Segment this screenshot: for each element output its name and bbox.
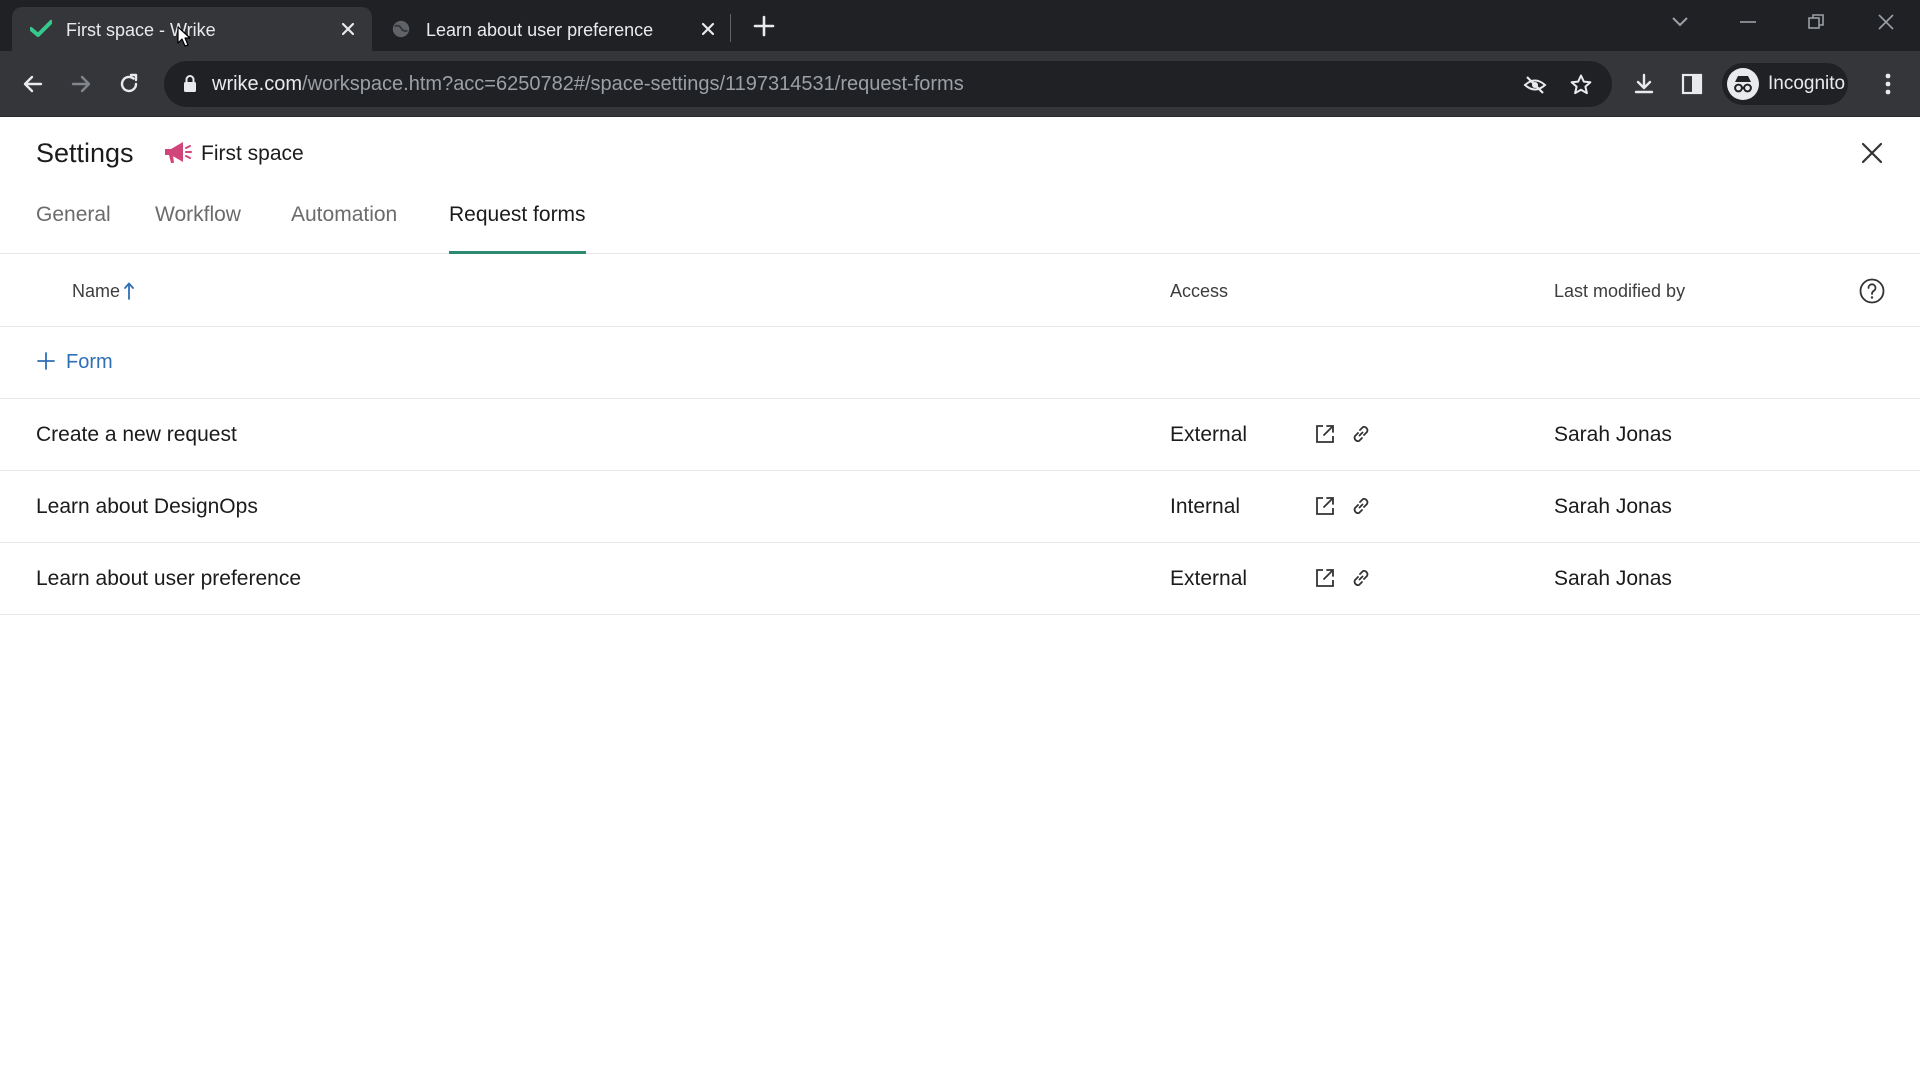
incognito-profile-button[interactable]: Incognito: [1722, 63, 1848, 105]
column-header-last-modified: Last modified by: [1554, 281, 1686, 301]
forward-arrow-icon[interactable]: [66, 69, 96, 99]
url-text: wrike.com/workspace.htm?acc=6250782#/spa…: [212, 73, 964, 95]
tab-title: First space - Wrike: [66, 20, 216, 40]
mouse-cursor-icon: [177, 26, 191, 47]
new-tab-plus-icon[interactable]: [750, 12, 778, 40]
form-modified-by: Sarah Jonas: [1554, 423, 1672, 446]
close-window-icon[interactable]: [1868, 8, 1904, 36]
form-name[interactable]: Learn about user preference: [36, 567, 301, 591]
browser-menu-kebab-icon[interactable]: [1874, 70, 1902, 98]
copy-link-icon[interactable]: [1350, 423, 1372, 445]
browser-tabstrip: First space - Wrike Learn about user pre…: [0, 0, 1920, 51]
browser-tab-user-preference[interactable]: Learn about user preference: [372, 7, 732, 51]
close-settings-icon[interactable]: [1858, 139, 1886, 167]
form-modified-by: Sarah Jonas: [1554, 495, 1672, 518]
megaphone-icon: [165, 142, 192, 163]
form-name[interactable]: Create a new request: [36, 423, 237, 447]
form-name[interactable]: Learn about DesignOps: [36, 495, 258, 519]
browser-toolbar: wrike.com/workspace.htm?acc=6250782#/spa…: [0, 51, 1920, 117]
address-bar[interactable]: wrike.com/workspace.htm?acc=6250782#/spa…: [164, 61, 1612, 107]
form-access: External: [1170, 567, 1248, 590]
settings-tabs: General Workflow Automation Request form…: [0, 179, 1920, 254]
tracking-protection-eye-off-icon[interactable]: [1522, 72, 1548, 98]
column-header-name[interactable]: Name: [72, 281, 120, 302]
space-name: First space: [201, 142, 304, 165]
download-icon[interactable]: [1630, 70, 1658, 98]
open-external-icon[interactable]: [1314, 567, 1336, 589]
browser-tab-first-space[interactable]: First space - Wrike: [12, 7, 372, 51]
settings-page: Settings First space General Workflow Au…: [0, 117, 1920, 1080]
open-external-icon[interactable]: [1314, 495, 1336, 517]
lock-icon[interactable]: [182, 74, 198, 94]
tab-general[interactable]: General: [36, 203, 111, 254]
copy-link-icon[interactable]: [1350, 567, 1372, 589]
tab-separator: [730, 14, 731, 42]
tab-search-chevron-icon[interactable]: [1662, 8, 1698, 36]
column-header-access: Access: [1170, 281, 1229, 301]
wrike-check-icon: [30, 20, 52, 37]
plus-icon: [37, 352, 55, 370]
reload-icon[interactable]: [114, 69, 144, 99]
incognito-icon: [1727, 68, 1759, 100]
side-panel-icon[interactable]: [1678, 70, 1706, 98]
table-header: Name Access Last modified by: [0, 255, 1920, 327]
form-modified-by: Sarah Jonas: [1554, 567, 1672, 590]
tab-workflow[interactable]: Workflow: [155, 203, 241, 254]
help-question-icon[interactable]: [1858, 277, 1886, 305]
page-title: Settings: [36, 138, 134, 168]
back-arrow-icon[interactable]: [18, 69, 48, 99]
add-form-label: Form: [66, 351, 113, 373]
tab-automation[interactable]: Automation: [291, 203, 397, 254]
form-access: Internal: [1170, 495, 1241, 518]
open-external-icon[interactable]: [1314, 423, 1336, 445]
close-tab-icon[interactable]: [698, 19, 718, 39]
sort-ascending-arrow-icon[interactable]: [124, 282, 134, 300]
table-row[interactable]: Create a new request External Sarah Jona…: [0, 399, 1920, 471]
globe-icon: [392, 20, 410, 38]
add-form-button[interactable]: Form: [0, 327, 1920, 399]
tab-request-forms[interactable]: Request forms: [449, 203, 586, 254]
profile-label: Incognito: [1768, 73, 1846, 94]
copy-link-icon[interactable]: [1350, 495, 1372, 517]
tab-title: Learn about user preference: [426, 20, 654, 40]
table-row[interactable]: Learn about DesignOps Internal Sarah Jon…: [0, 471, 1920, 543]
form-access: External: [1170, 423, 1248, 446]
close-tab-icon[interactable]: [338, 19, 358, 39]
minimize-icon[interactable]: [1730, 8, 1766, 36]
table-row[interactable]: Learn about user preference External Sar…: [0, 543, 1920, 615]
bookmark-star-icon[interactable]: [1568, 72, 1594, 98]
restore-icon[interactable]: [1798, 8, 1834, 36]
